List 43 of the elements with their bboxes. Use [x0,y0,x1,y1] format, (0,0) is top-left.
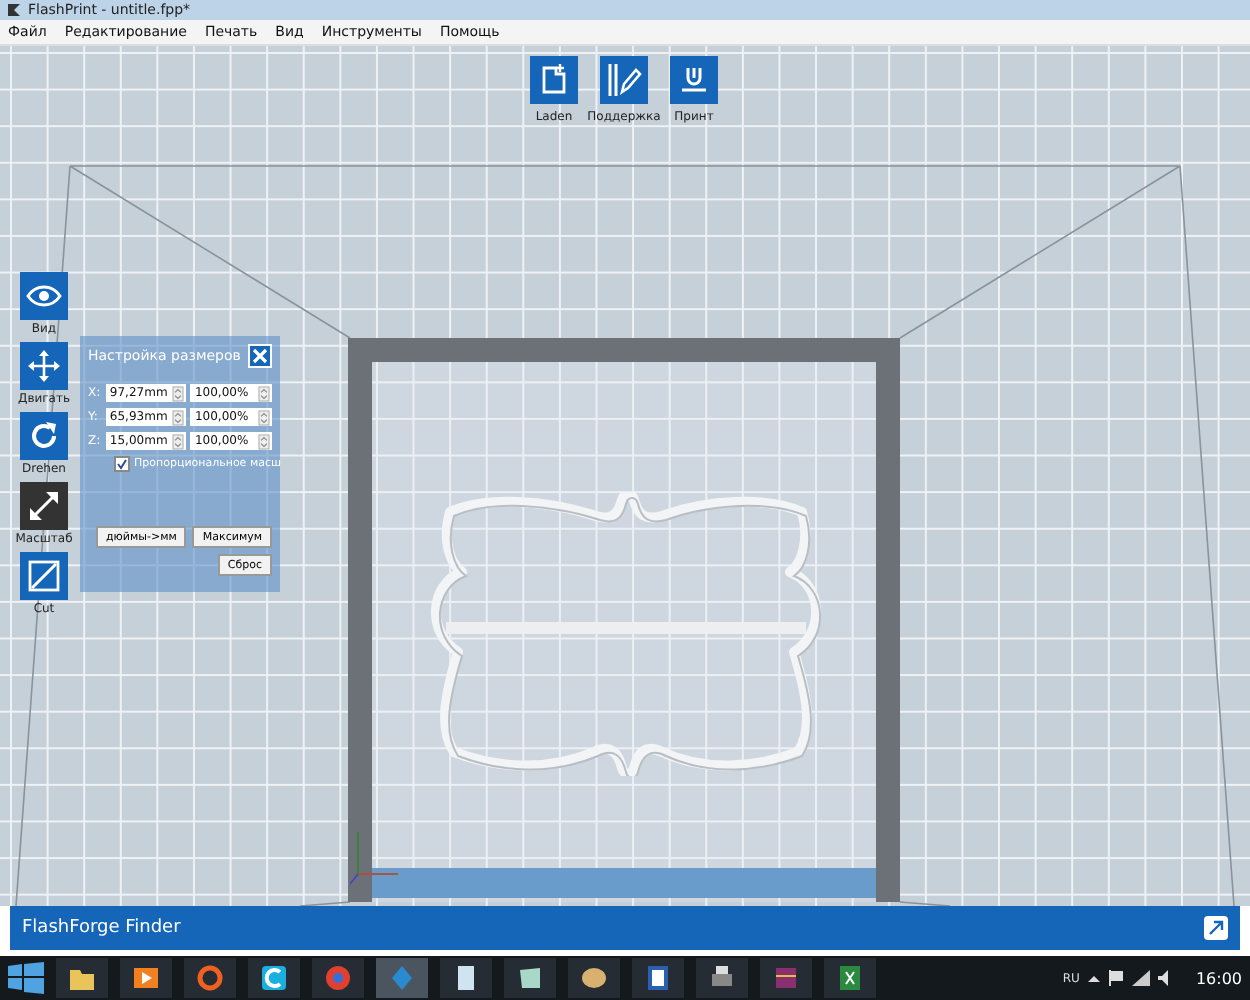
view-tool-button[interactable] [20,272,68,320]
support-button[interactable] [600,56,648,104]
spinner-arrows-icon[interactable] [172,385,185,401]
rotate-icon [28,420,60,452]
spinner-arrows-icon[interactable] [172,433,185,449]
diagonal-arrow-icon [28,490,60,522]
spinner-arrows-icon[interactable] [258,433,271,449]
eye-icon [26,284,62,308]
file-add-icon [540,64,568,96]
close-icon [252,348,268,364]
clock: 16:00 [1195,969,1242,987]
nozzle-icon [680,66,708,94]
move-tool-button[interactable] [20,342,68,390]
taskbar-app-icon[interactable] [824,958,876,998]
scale-tool-button[interactable] [20,482,68,530]
taskbar-app-icon[interactable] [56,958,108,998]
load-button[interactable] [530,56,578,104]
link-icon [1208,920,1224,936]
taskbar-app-icon[interactable] [504,958,556,998]
connect-button[interactable] [1204,916,1228,940]
spinner-arrows-icon[interactable] [258,409,271,425]
axis-indicator-icon [350,826,402,886]
taskbar-app-icon[interactable] [440,958,492,998]
spinner-arrows-icon[interactable] [172,409,185,425]
printer-name: FlashForge Finder [22,918,181,938]
taskbar-app-icon[interactable] [696,958,748,998]
checkbox[interactable] [114,456,130,472]
print-button[interactable] [670,56,718,104]
tray-arrow-icon[interactable] [1087,974,1100,982]
rotate-tool-button[interactable] [20,412,68,460]
pencil-bars-icon [606,62,642,98]
windows-start-icon[interactable] [8,962,44,994]
taskbar-app-icon[interactable] [632,958,684,998]
taskbar-app-icon[interactable] [568,958,620,998]
close-button[interactable] [248,344,272,368]
taskbar-app-icon[interactable] [120,958,172,998]
spinner-arrows-icon[interactable] [258,385,271,401]
taskbar-app-icon[interactable] [248,958,300,998]
cut-tool-button[interactable] [20,552,68,600]
move-arrows-icon [28,350,60,382]
flag-icon[interactable] [1107,970,1124,986]
cut-plane-icon [28,560,60,592]
signal-icon[interactable] [1131,970,1150,986]
